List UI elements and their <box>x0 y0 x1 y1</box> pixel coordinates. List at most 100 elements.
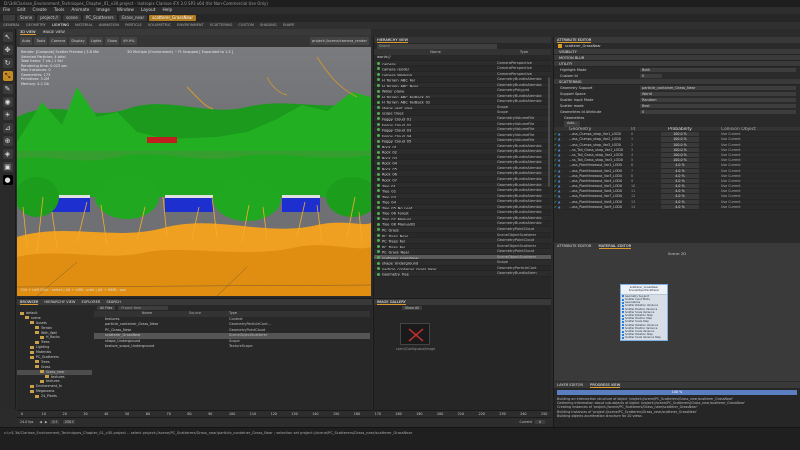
visibility-icon[interactable] <box>377 111 380 115</box>
geometry-id[interactable]: 14 <box>631 205 661 209</box>
geometry-probability[interactable]: 100.0 % <box>661 147 699 152</box>
visibility-icon[interactable] <box>377 72 380 76</box>
menu-item-image[interactable]: Image <box>96 7 109 14</box>
context-label[interactable]: Scene <box>17 15 36 21</box>
geometry-collision[interactable]: Use Current <box>721 158 800 162</box>
geometry-id[interactable]: 4 <box>631 153 661 157</box>
timeline-ruler[interactable]: 0 10 20 30 40 50 60 70 80 90 100 110 120 130 140 150 160… <box>17 411 551 418</box>
tab-layer-editor[interactable]: LAYER EDITOR <box>557 383 583 387</box>
geometry-probability[interactable]: 100.0 % <box>661 137 699 142</box>
highlight-mode-select[interactable]: Both <box>640 68 796 72</box>
visibility-icon[interactable] <box>377 272 380 276</box>
geometry-probability[interactable]: 4.0 % <box>661 204 699 209</box>
snap-tool-icon[interactable]: ⊕ <box>2 136 13 146</box>
visibility-icon[interactable] <box>377 100 380 104</box>
col-collision[interactable]: Collision Object <box>721 127 800 131</box>
layout-tab-shape[interactable]: SHAPE <box>283 22 295 29</box>
current-frame-field[interactable]: 0 <box>534 420 545 424</box>
layout-tab-volumetric[interactable]: VOLUMETRIC <box>148 22 171 29</box>
geometry-collision[interactable]: Use Current <box>721 179 800 183</box>
visibility-icon[interactable] <box>377 194 380 198</box>
menu-item-help[interactable]: Help <box>162 7 172 14</box>
file-row[interactable]: texture_scope_Underground TextureScope <box>94 344 370 350</box>
geometry-collision[interactable]: Use Current <box>721 205 800 209</box>
hierarchy-scrollbar[interactable] <box>548 77 550 187</box>
color-swatch-icon[interactable]: ● <box>2 175 13 185</box>
geometry-probability[interactable]: 4.0 % <box>661 173 699 178</box>
geometry-collision[interactable]: Use Current <box>721 153 800 157</box>
tab-3d-view[interactable]: 3D VIEW <box>20 30 36 35</box>
layout-tab-geometry[interactable]: GEOMETRY <box>26 22 46 29</box>
check-icon[interactable]: ✔ <box>554 179 557 183</box>
port-icon[interactable] <box>622 298 624 301</box>
check-icon[interactable]: ✔ <box>554 169 557 173</box>
visibility-icon[interactable] <box>377 161 380 165</box>
geometry-id[interactable]: 5 <box>631 158 661 162</box>
geometry-id[interactable]: 11 <box>631 189 661 193</box>
layout-tab-general[interactable]: GENERAL <box>3 22 20 29</box>
geometry-collision[interactable]: Use Current <box>721 148 800 152</box>
visibility-icon[interactable] <box>377 222 380 226</box>
visibility-icon[interactable] <box>377 172 380 176</box>
geometry-probability[interactable]: 100.0 % <box>661 152 699 158</box>
geometry-collision[interactable]: Use Current <box>721 174 800 178</box>
visibility-icon[interactable] <box>377 95 380 99</box>
port-icon[interactable] <box>622 333 624 336</box>
rotate-tool-icon[interactable]: ↻ <box>2 58 13 68</box>
visibility-icon[interactable] <box>377 183 380 187</box>
visibility-icon[interactable] <box>377 156 380 160</box>
3d-viewport[interactable]: Render: [Compute] Scatter Preview | 3.8 … <box>17 47 371 296</box>
visibility-icon[interactable] <box>377 128 380 132</box>
geometry-probability[interactable]: 4.0 % <box>661 178 699 184</box>
custom-id-field[interactable]: 0 <box>640 74 662 78</box>
render-region-icon[interactable]: ▣ <box>2 162 13 172</box>
port-icon[interactable] <box>622 337 624 340</box>
check-icon[interactable]: ✔ <box>554 184 557 188</box>
visibility-icon[interactable] <box>377 89 380 93</box>
geometry-collision[interactable]: Use Current <box>721 194 800 198</box>
visibility-icon[interactable] <box>377 255 380 259</box>
geometry-probability[interactable]: 4.0 % <box>661 163 699 168</box>
geometry-probability[interactable]: 100.0 % <box>661 158 699 163</box>
layout-tab-shading[interactable]: SHADING <box>260 22 277 29</box>
geometry-id[interactable]: 12 <box>631 194 661 198</box>
viewport-menu-camera[interactable]: Camera <box>49 37 68 45</box>
select-tool-icon[interactable]: ↖ <box>2 32 13 42</box>
visibility-icon[interactable] <box>377 206 380 210</box>
port-icon[interactable] <box>622 308 624 311</box>
visibility-icon[interactable] <box>377 67 380 71</box>
visibility-icon[interactable] <box>377 139 380 143</box>
hierarchy-search-input[interactable]: Search <box>377 43 497 49</box>
menu-item-animate[interactable]: Animate <box>71 7 89 14</box>
col-id[interactable]: Id <box>631 127 661 131</box>
browser-tab-browser[interactable]: BROWSER <box>20 300 39 305</box>
end-frame-field[interactable]: 250 f <box>62 420 76 424</box>
check-icon[interactable]: ✔ <box>554 132 557 136</box>
geometry-collision[interactable]: Use Current <box>721 143 800 147</box>
layout-tab-environment[interactable]: ENVIRONMENT <box>177 22 204 29</box>
measure-tool-icon[interactable]: ⊿ <box>2 123 13 133</box>
check-icon[interactable]: ✔ <box>554 143 557 147</box>
viewport-menu-auto[interactable]: Auto <box>20 37 33 45</box>
visibility-icon[interactable] <box>377 122 380 126</box>
menu-item-layout[interactable]: Layout <box>141 7 156 14</box>
visibility-icon[interactable] <box>377 178 380 182</box>
paint-tool-icon[interactable]: ✎ <box>2 84 13 94</box>
start-frame-field[interactable]: 0 f <box>50 420 59 424</box>
port-icon[interactable] <box>622 314 624 317</box>
file-filter-select[interactable]: All Files <box>97 306 116 310</box>
breadcrumb-item[interactable]: Grass_near <box>118 15 148 21</box>
visibility-icon[interactable] <box>377 261 380 265</box>
visibility-icon[interactable] <box>377 267 380 271</box>
move-tool-icon[interactable]: ✥ <box>2 45 13 55</box>
browser-search-input[interactable]: Project Item <box>118 306 169 310</box>
breadcrumb-item[interactable]: project:// <box>37 15 62 21</box>
menu-item-file[interactable]: File <box>3 7 10 14</box>
isolate-tool-icon[interactable]: ◈ <box>2 149 13 159</box>
geometry-id[interactable]: 13 <box>631 200 661 204</box>
port-icon[interactable] <box>622 321 624 324</box>
check-icon[interactable]: ✔ <box>554 200 557 204</box>
breadcrumb-item[interactable]: scatterer_GrassNear <box>149 15 197 21</box>
command-line[interactable]: c:\>$ 3d/Clarisse_Environment_Techniques… <box>0 427 800 450</box>
node-port[interactable]: Scatter Scale Variance Step <box>621 336 667 339</box>
